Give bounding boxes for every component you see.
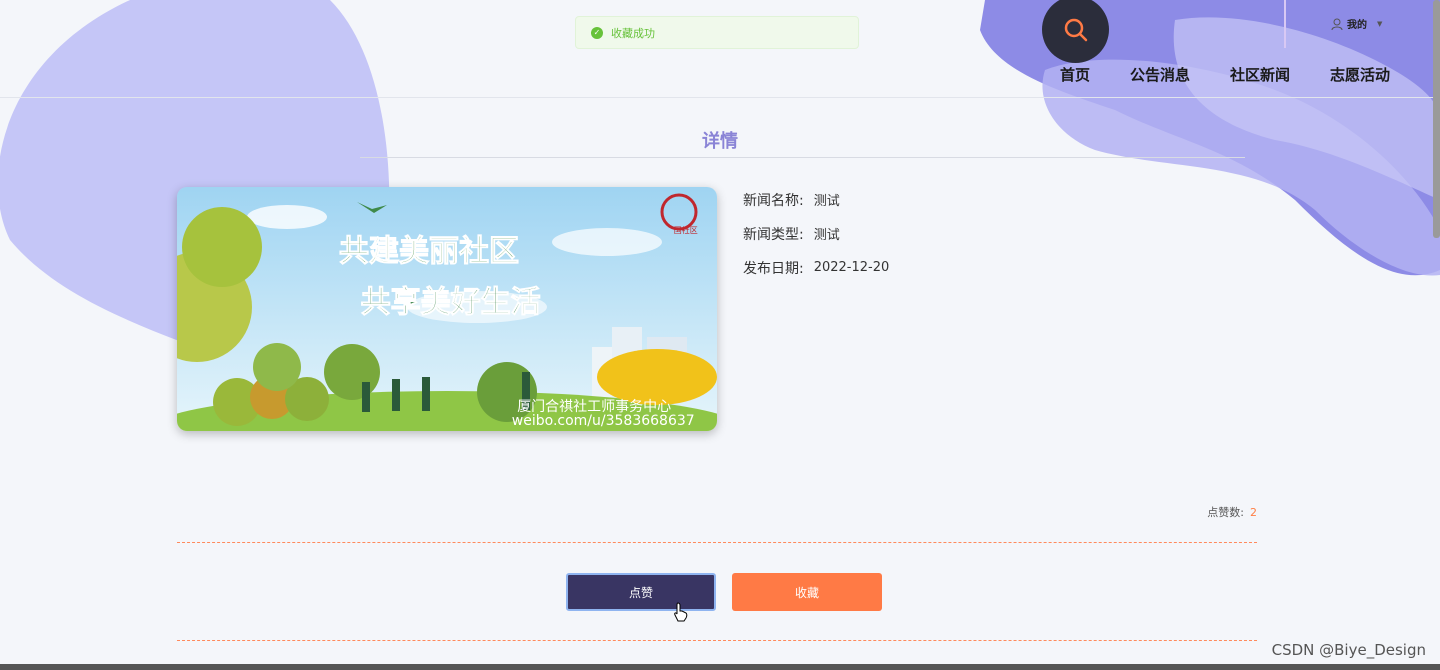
user-menu[interactable]: 我的 ▼	[1284, 0, 1383, 48]
nav-community-news[interactable]: 社区新闻	[1230, 64, 1290, 85]
detail-value: 测试	[813, 194, 840, 209]
poster-logo-text: 国社区	[674, 225, 698, 235]
like-button[interactable]: 点赞	[566, 573, 716, 611]
nav-announcements[interactable]: 公告消息	[1130, 64, 1190, 85]
news-details: 新闻名称: 测试 新闻类型: 测试 发布日期: 2022-12-20	[743, 190, 889, 292]
search-icon	[1064, 18, 1087, 41]
nav-home[interactable]: 首页	[1060, 64, 1090, 85]
scrollbar-thumb[interactable]	[1433, 0, 1440, 238]
detail-row-date: 发布日期: 2022-12-20	[743, 258, 889, 277]
page-title: 详情	[702, 131, 738, 152]
main-nav: 首页 公告消息 社区新闻 志愿活动	[1060, 64, 1430, 85]
watermark-text: CSDN @Biye_Design	[1271, 641, 1426, 659]
dashed-divider-top	[177, 542, 1257, 543]
hand-cursor-icon	[674, 602, 688, 622]
detail-row-name: 新闻名称: 测试	[743, 190, 889, 210]
poster-line-2: 共享美好生活	[361, 285, 541, 320]
chevron-down-icon: ▼	[1377, 19, 1383, 28]
detail-label: 新闻类型:	[743, 226, 804, 243]
favorite-button[interactable]: 收藏	[732, 573, 882, 611]
poster-line-1: 共建美丽社区	[339, 234, 519, 269]
title-divider	[360, 157, 1245, 158]
like-count-label: 点赞数:	[1207, 506, 1244, 519]
like-count: 点赞数: 2	[1207, 504, 1257, 520]
detail-label: 发布日期:	[743, 260, 804, 277]
detail-label: 新闻名称:	[743, 192, 804, 209]
user-icon	[1331, 18, 1343, 30]
news-image: 共建美丽社区 共享美好生活 厦门合祺社工师事务中心 weibo.com/u/35…	[177, 187, 717, 431]
like-count-value: 2	[1250, 506, 1257, 519]
header-divider	[1284, 0, 1286, 48]
toast-message: 收藏成功	[611, 26, 655, 40]
check-circle-icon: ✓	[591, 26, 603, 39]
success-toast: ✓ 收藏成功	[575, 16, 859, 49]
nav-volunteer-activities[interactable]: 志愿活动	[1330, 64, 1390, 85]
detail-value: 2022-12-20	[813, 260, 890, 275]
poster-url: weibo.com/u/3583668637	[512, 413, 695, 429]
detail-value: 测试	[813, 228, 840, 243]
detail-row-type: 新闻类型: 测试	[743, 224, 889, 244]
user-menu-label: 我的	[1347, 20, 1367, 31]
bottom-edge	[0, 664, 1440, 670]
dashed-divider-bottom	[177, 640, 1257, 641]
